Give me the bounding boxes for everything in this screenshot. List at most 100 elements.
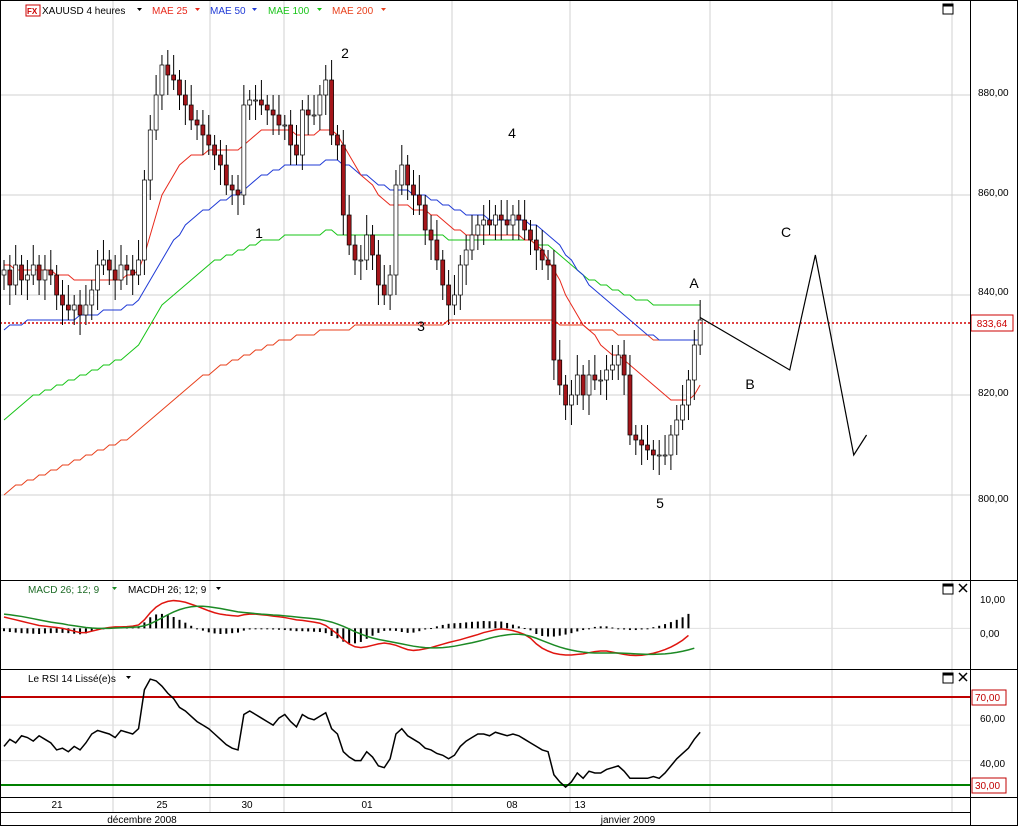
candle-body: [551, 264, 557, 361]
macd-histogram-bar: [593, 626, 596, 629]
macd-histogram-bar: [79, 628, 82, 635]
macd-histogram-bar: [225, 628, 228, 634]
macd-histogram-bar: [371, 628, 374, 636]
macd-histogram-bar: [523, 628, 526, 630]
candle-body: [130, 269, 136, 276]
candle-body: [42, 269, 48, 281]
candle-body: [674, 419, 680, 436]
candle-body: [352, 244, 358, 261]
rsi-panel-header: Le RSI 14 Lissé(e)s: [28, 674, 131, 685]
x-tick-30: 30: [241, 800, 253, 811]
candle-body: [463, 249, 469, 266]
x-tick-08: 08: [506, 800, 518, 811]
macd-histogram-bar: [529, 628, 532, 631]
candle-body: [112, 269, 118, 281]
macd-histogram-bar: [634, 628, 637, 631]
macd-histogram-bar: [588, 628, 590, 630]
candle-body: [276, 114, 282, 126]
macd-histogram-bar: [348, 628, 351, 644]
indicator-mae-50[interactable]: MAE 50: [210, 6, 246, 17]
svg-text:FX: FX: [27, 7, 38, 16]
macd-histogram-bar: [617, 628, 620, 630]
candle-body: [19, 264, 24, 281]
macd-histogram-bar: [166, 615, 169, 629]
indicator-mae-200[interactable]: MAE 200: [332, 6, 374, 17]
candle-body: [183, 94, 188, 106]
macd-histogram-bar: [517, 626, 520, 629]
candle-body: [452, 294, 457, 306]
candle-body: [147, 129, 153, 181]
candle-body: [340, 144, 346, 216]
candle-body: [253, 99, 258, 102]
macd-histogram-bar: [558, 628, 561, 636]
candle-body: [592, 374, 598, 381]
candle-body: [569, 394, 574, 406]
candle-body: [241, 104, 247, 196]
macd-histogram-bar: [242, 628, 245, 631]
candle-body: [323, 79, 329, 96]
candle-body: [364, 234, 370, 261]
macd-histogram-bar: [640, 628, 643, 630]
y-tick-880: 880,00: [978, 88, 1009, 99]
candle-body: [405, 164, 410, 186]
candle-body: [598, 379, 604, 382]
macd-histogram-bar: [8, 628, 11, 633]
macd-histogram-bar: [318, 628, 321, 633]
candle-body: [411, 184, 416, 196]
wave-label-a: A: [689, 275, 699, 291]
candle-body: [188, 104, 194, 121]
macd-histogram-bar: [289, 628, 292, 631]
macd-histogram-bar: [669, 622, 672, 629]
macd-histogram-bar: [38, 628, 41, 634]
candle-body: [417, 194, 422, 206]
macd-histogram-bar: [681, 617, 684, 629]
macd-histogram-bar: [3, 628, 5, 632]
candle-body: [235, 189, 241, 196]
candle-body: [370, 234, 375, 256]
xauusd-chart[interactable]: 833,64 1 2 3 4 5 A B C 880,00 860,00 840…: [0, 0, 1019, 827]
candle-body: [106, 259, 112, 271]
candle-body: [218, 154, 223, 166]
macd-histogram-bar: [494, 621, 497, 629]
macd-histogram-bar: [172, 617, 175, 629]
candle-body: [259, 99, 264, 106]
macd-histogram-bar: [394, 628, 397, 631]
candle-body: [487, 219, 492, 226]
candle-body: [662, 454, 668, 457]
macd-histogram-bar: [277, 628, 280, 630]
macd-title[interactable]: MACD 26; 12; 9: [28, 585, 100, 596]
x-tick-25: 25: [156, 800, 168, 811]
rsi-tick-60: 60,00: [980, 714, 1005, 725]
x-tick-01: 01: [361, 800, 373, 811]
candle-body: [469, 234, 475, 251]
macd-histogram-bar: [582, 628, 585, 631]
macd-histogram-bar: [658, 625, 661, 629]
macd-histogram-bar: [570, 628, 573, 634]
macd-histogram-bar: [324, 628, 327, 634]
macd-histogram-bar: [628, 628, 631, 631]
macdh-title[interactable]: MACDH 26; 12; 9: [128, 585, 207, 596]
wave-label-3: 3: [417, 318, 425, 334]
candle-body: [580, 374, 586, 396]
candle-body: [493, 214, 498, 226]
macd-histogram-bar: [687, 613, 690, 629]
current-price-label: 833,64: [977, 319, 1008, 330]
candle-body: [504, 219, 510, 226]
indicator-mae-100[interactable]: MAE 100: [268, 6, 310, 17]
macd-histogram-bar: [43, 628, 46, 634]
candle-body: [539, 249, 545, 261]
macd-histogram-bar: [55, 628, 58, 633]
candle-body: [25, 274, 30, 281]
macd-tick-0: 0,00: [980, 629, 1000, 640]
instrument-label[interactable]: XAUUSD 4 heures: [42, 6, 125, 17]
rsi-title[interactable]: Le RSI 14 Lissé(e)s: [28, 674, 116, 685]
candle-body: [71, 304, 77, 311]
macd-histogram-bar: [605, 626, 608, 629]
macd-histogram-bar: [482, 620, 485, 629]
indicator-mae-25[interactable]: MAE 25: [152, 6, 188, 17]
candle-body: [639, 439, 645, 446]
macd-histogram-bar: [377, 628, 380, 633]
candle-body: [200, 124, 206, 136]
wave-label-b: B: [745, 376, 754, 392]
candle-body: [65, 304, 71, 311]
